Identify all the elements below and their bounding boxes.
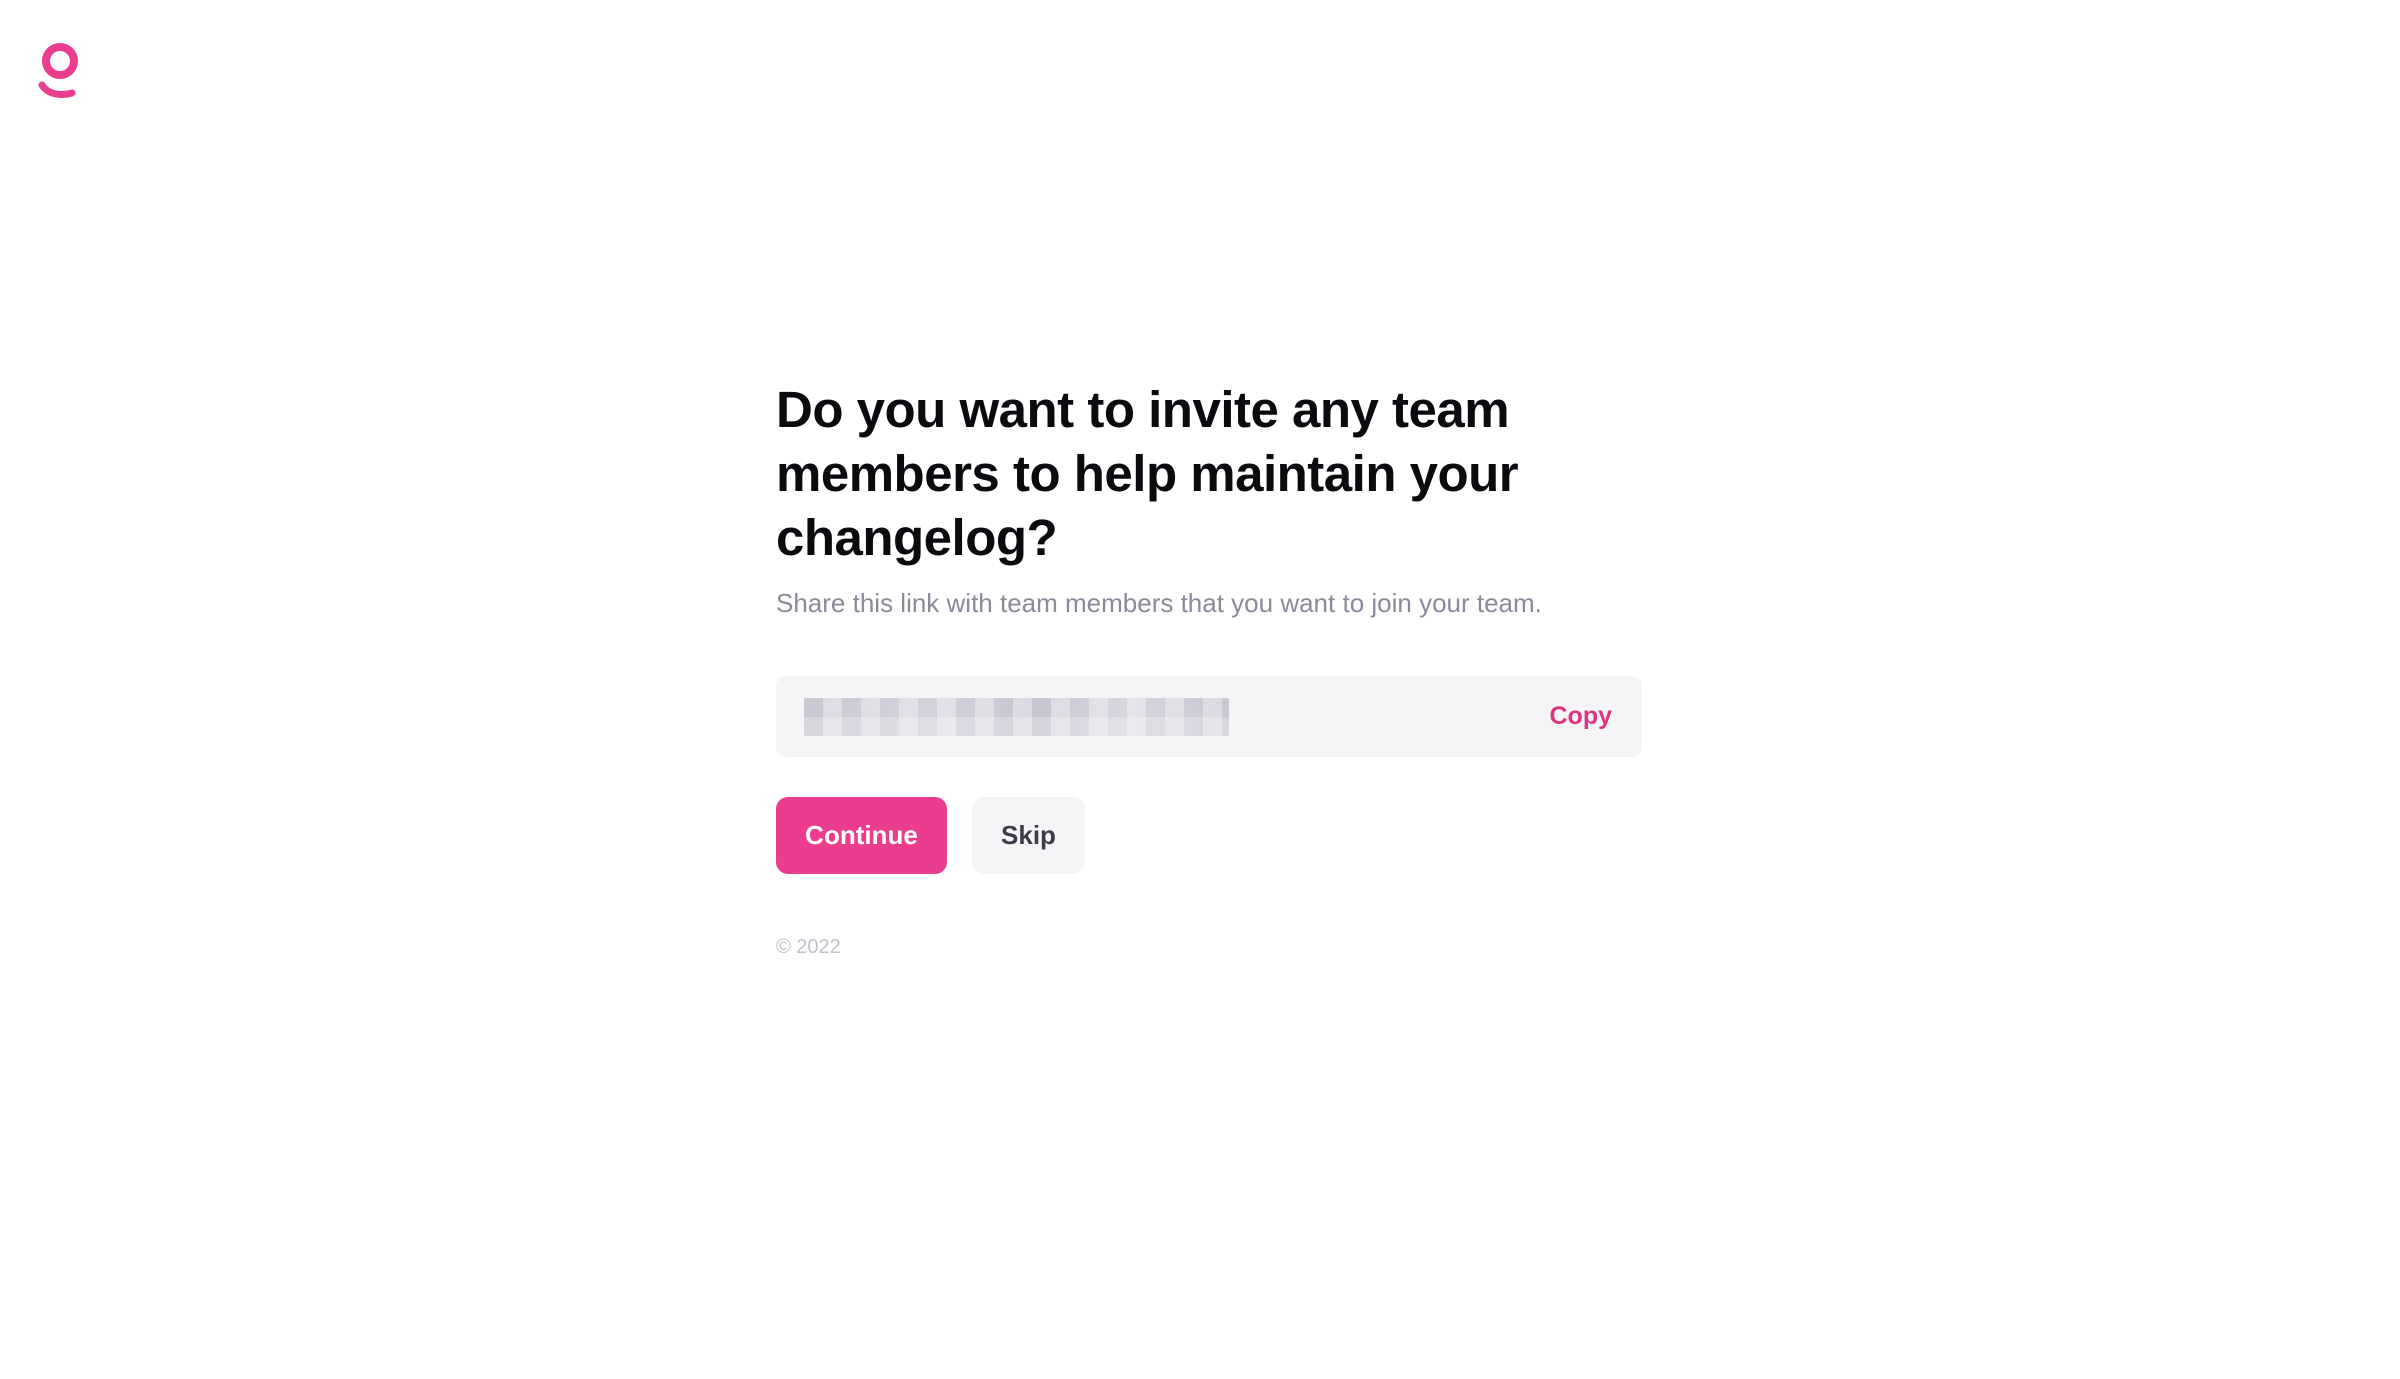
skip-button[interactable]: Skip [972, 797, 1085, 874]
invite-team-panel: Do you want to invite any team members t… [776, 378, 1642, 959]
copy-link-button[interactable]: Copy [1550, 702, 1613, 731]
invite-link-value[interactable] [804, 697, 1229, 736]
page-title: Do you want to invite any team members t… [776, 381, 1519, 566]
page-subtitle: Share this link with team members that y… [776, 588, 1542, 618]
copyright-text: © 2022 [776, 936, 841, 958]
continue-button[interactable]: Continue [776, 797, 947, 874]
actions-row: Continue Skip [776, 797, 1642, 874]
brand-logo-icon[interactable] [38, 40, 82, 98]
invite-link-field: Copy [776, 676, 1642, 757]
